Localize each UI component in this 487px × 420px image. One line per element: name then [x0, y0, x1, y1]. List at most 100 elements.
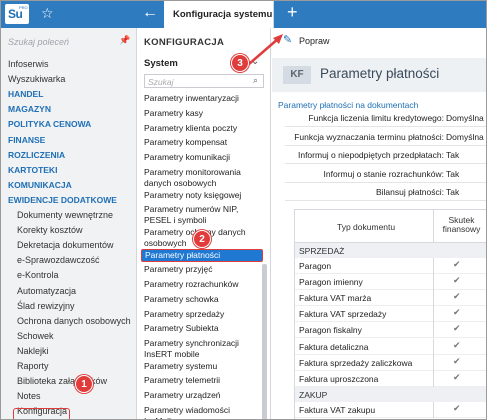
sidebar-item[interactable]: Automatyzacja [17, 286, 76, 296]
doc-type-name: Faktura VAT sprzedaży [299, 309, 387, 320]
toolbar: ✎ Popraw [272, 28, 486, 52]
col-doc-label: Typ dokumentu [337, 222, 396, 232]
sidebar-item[interactable]: Wyszukiwarka [8, 74, 65, 84]
config-list-item[interactable]: Parametry monitorowania danych osobowych [144, 167, 256, 189]
doc-type-name: Paragon [299, 261, 332, 271]
param-separator [285, 163, 486, 164]
table-row[interactable]: Faktura sprzedaży zaliczkowa ✔ [295, 354, 486, 371]
sidebar-item[interactable]: Korekty kosztów [17, 225, 83, 235]
sidebar-search-input[interactable]: Szukaj poleceń [8, 37, 69, 47]
star-icon[interactable]: ☆ [41, 5, 54, 22]
config-search-placeholder: Szukaj [148, 77, 174, 87]
cell-divider [433, 401, 434, 418]
sidebar-item[interactable]: Schowek [17, 331, 54, 341]
tab-konfiguracja-systemu[interactable]: Konfiguracja systemu [164, 1, 274, 28]
page-header: KF Parametry płatności [272, 58, 486, 92]
col-fin-label: Skutek finansowy [442, 215, 481, 234]
sidebar-item[interactable]: KARTOTEKI [8, 165, 57, 175]
sidebar-item[interactable]: POLITYKA CENOWA [8, 119, 91, 129]
sidebar-search[interactable]: Szukaj poleceń 📌 [1, 28, 137, 54]
check-icon: ✔ [453, 259, 461, 269]
page-title: Parametry płatności [320, 66, 440, 81]
cell-divider [433, 338, 434, 355]
sidebar-item[interactable]: HANDEL [8, 89, 43, 99]
section-title: Parametry płatności na dokumentach [278, 100, 419, 110]
config-list-item[interactable]: Parametry schowka [144, 294, 256, 305]
config-list-item[interactable]: Parametry sprzedaży [144, 309, 256, 320]
app-logo[interactable]: Su PRO [5, 4, 29, 24]
param-separator [285, 200, 486, 201]
table-row[interactable]: Paragon fiskalny ✔ [295, 322, 486, 339]
pin-icon[interactable]: 📌 [119, 35, 130, 46]
new-tab-plus-icon[interactable]: + [287, 2, 298, 23]
config-scrollbar[interactable] [262, 264, 267, 419]
table-row[interactable]: Paragon ✔ [295, 258, 486, 274]
table-group-header: SPRZEDAŻ [295, 243, 486, 258]
table-row[interactable]: Paragon imienny ✔ [295, 274, 486, 291]
config-list-item[interactable]: Parametry kasy [144, 108, 256, 119]
cell-divider [433, 306, 434, 323]
config-search-input[interactable]: Szukaj ⌕ [144, 74, 264, 88]
param-label: Informuj o niepodpiętych przedpłatach: [297, 150, 444, 160]
check-icon: ✔ [453, 339, 461, 350]
config-list-item[interactable]: Parametry urządzeń [144, 390, 256, 401]
config-list-item[interactable]: Parametry wiadomości InsMail [144, 405, 256, 419]
param-value: Domyślna [446, 131, 484, 142]
search-icon[interactable]: ⌕ [253, 75, 258, 86]
config-list-item[interactable]: Parametry rozrachunków [144, 279, 256, 290]
config-list-item[interactable]: Parametry płatności [141, 249, 263, 263]
sidebar-item[interactable]: Dokumenty wewnętrzne [17, 210, 113, 220]
sidebar: Szukaj poleceń 📌 Infoserwis Wyszukiwarka H… [1, 28, 137, 419]
back-arrow-icon[interactable]: ← [142, 4, 158, 22]
config-list-item[interactable]: Parametry Subiekta [144, 323, 256, 334]
app-window: Su PRO ☆ ← Konfiguracja systemu + Szukaj… [0, 0, 487, 420]
sidebar-item[interactable]: ROZLICZENIA [8, 150, 65, 160]
config-list-item[interactable]: Parametry noty księgowej [144, 190, 256, 201]
table-row[interactable]: Faktura VAT marża ✔ [295, 290, 486, 307]
sidebar-item[interactable]: Biblioteka załączników [17, 376, 107, 386]
config-panel: KONFIGURACJA System ⌄ Szukaj ⌕ Parametry… [138, 28, 271, 419]
config-list-item[interactable]: Parametry numerów NIP, PESEL i symboli [144, 204, 256, 226]
doc-type-name: Faktura VAT zakupu [299, 404, 376, 415]
sidebar-item[interactable]: e-Sprawozdawczość [17, 255, 100, 265]
doc-type-name: Faktura uproszczona [299, 373, 379, 384]
config-list-item[interactable]: Parametry kompensat [144, 137, 256, 148]
config-list-item[interactable]: Parametry synchronizacji InsERT mobile [144, 338, 256, 360]
sidebar-item[interactable]: KOMUNIKACJA [8, 180, 72, 190]
sidebar-item[interactable]: Raporty [17, 361, 49, 371]
param-separator [285, 144, 486, 146]
doc-type-name: Paragon imienny [299, 277, 363, 288]
sidebar-item[interactable]: e-Kontrola [17, 270, 59, 280]
config-list-item[interactable]: Parametry systemu [144, 361, 256, 372]
sidebar-item[interactable]: Notes [17, 391, 41, 401]
table-row[interactable]: Faktura VAT sprzedaży ✔ [295, 306, 486, 323]
sidebar-item[interactable]: Infoserwis [8, 59, 49, 69]
group-select[interactable]: System [144, 58, 178, 69]
callout-3: 3 [231, 54, 249, 72]
sidebar-item[interactable]: MAGAZYN [8, 104, 51, 114]
edit-button[interactable]: Popraw [299, 36, 330, 46]
sidebar-item[interactable]: EWIDENCJE DODATKOWE [8, 195, 117, 205]
callout-1: 1 [75, 375, 93, 393]
config-list-item[interactable]: Parametry komunikacji [144, 152, 256, 163]
table-group-label: ZAKUP [299, 389, 328, 400]
sidebar-item[interactable]: Ślad rewizyjny [17, 301, 75, 311]
config-list-item[interactable]: Parametry przyjęć [144, 264, 256, 275]
param-separator [285, 181, 486, 183]
table-row[interactable]: Faktura detaliczna ✔ [295, 338, 486, 355]
sidebar-item[interactable]: Ochrona danych osobowych [17, 316, 131, 326]
table-row[interactable]: Faktura uproszczona ✔ [295, 370, 486, 387]
doc-type-table: Typ dokumentu Skutek finansowy SPRZEDAŻ P… [294, 209, 486, 419]
param-value: Tak [446, 150, 460, 160]
sidebar-item[interactable]: FINANSE [8, 135, 45, 145]
config-list-item[interactable]: Parametry klienta poczty [144, 123, 256, 134]
config-list-item[interactable]: Parametry inwentaryzacji [144, 93, 256, 104]
param-label: Informuj o stanie rozrachunków: [323, 168, 444, 179]
config-list-item[interactable]: Parametry telemetrii [144, 375, 256, 386]
check-icon: ✔ [453, 402, 461, 413]
sidebar-item[interactable]: Naklejki [17, 346, 49, 356]
table-group-header: ZAKUP [295, 386, 486, 402]
sidebar-item[interactable]: Dekretacja dokumentów [17, 240, 114, 250]
top-bar: Su PRO ☆ ← Konfiguracja systemu + [1, 1, 486, 28]
table-row[interactable]: Faktura VAT zakupu ✔ [295, 401, 486, 418]
